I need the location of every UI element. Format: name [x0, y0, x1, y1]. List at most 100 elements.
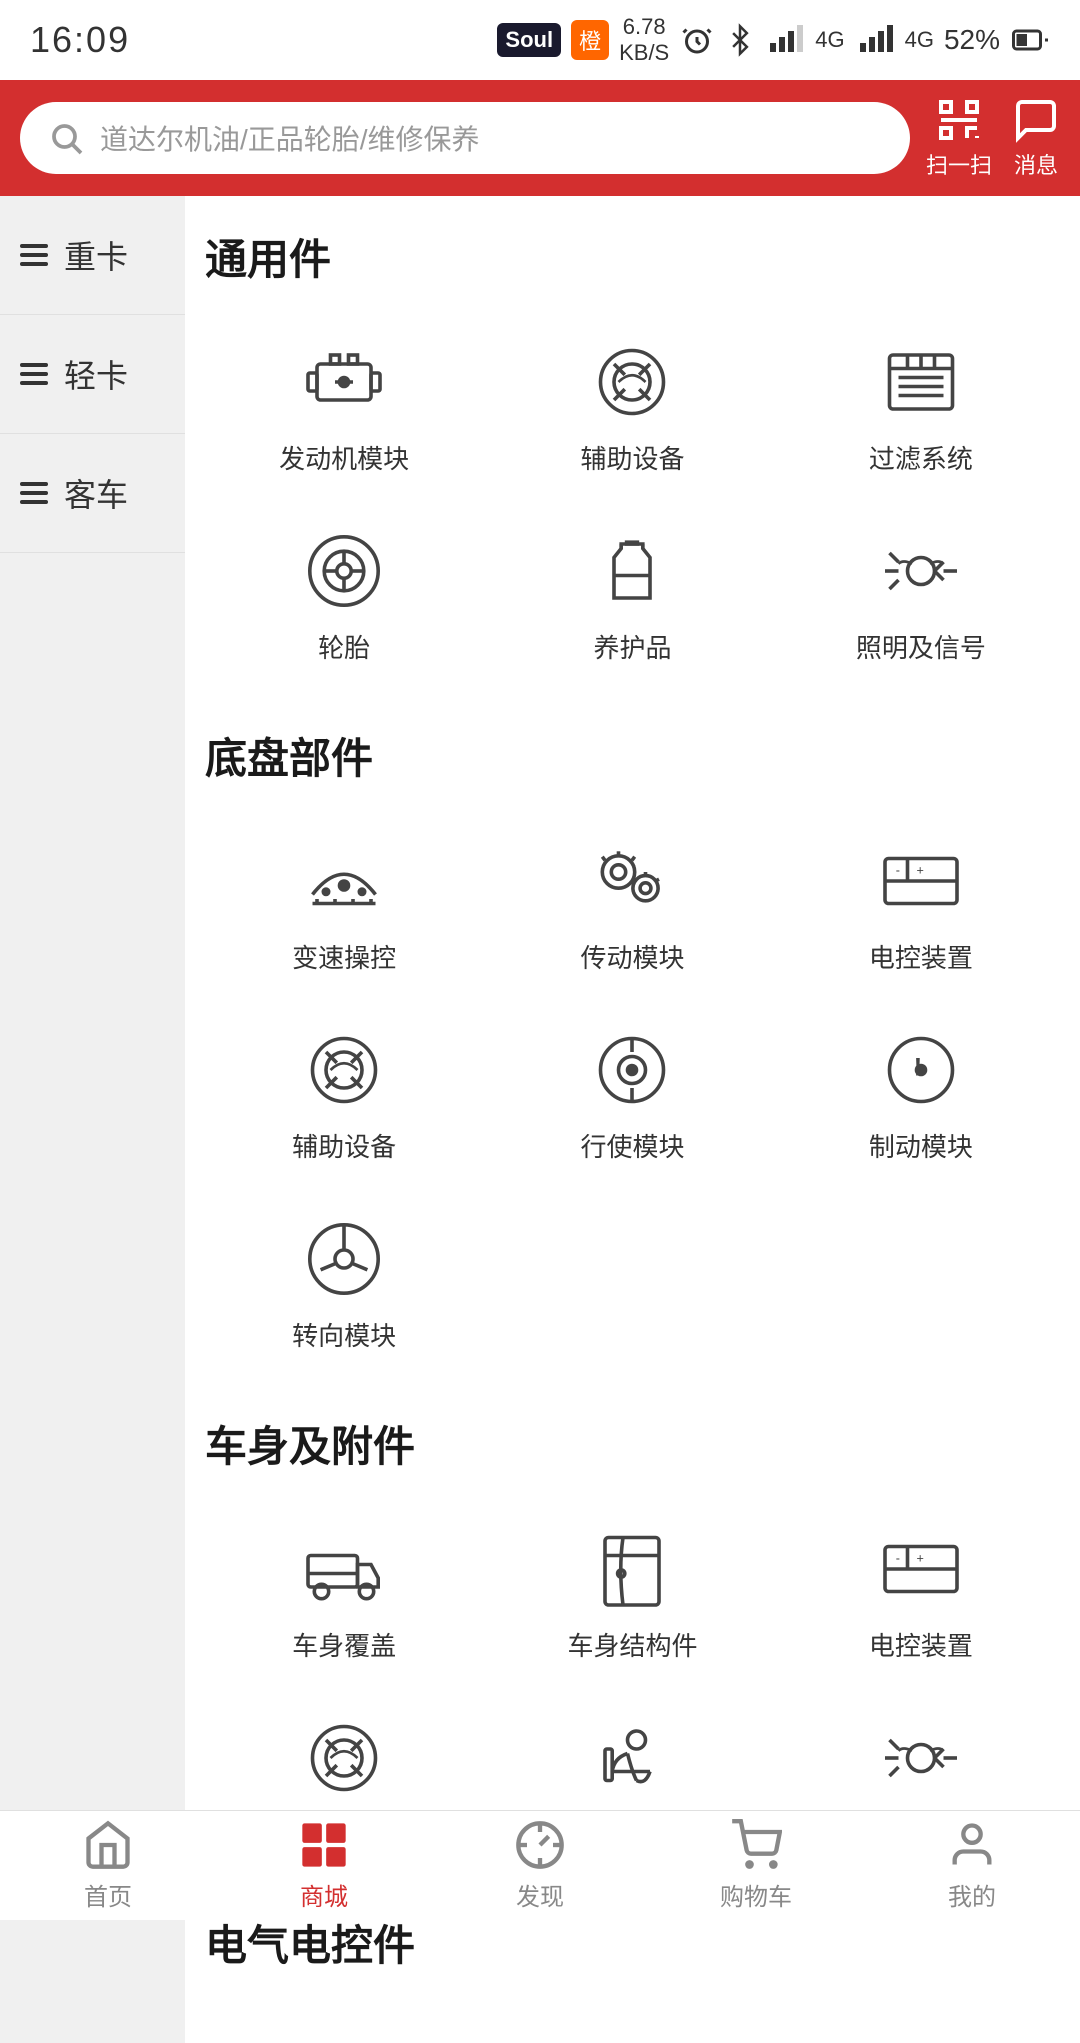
- nav-cart-label: 购物车: [720, 1877, 792, 1912]
- nav-mine[interactable]: 我的: [864, 1809, 1080, 1922]
- scan-button[interactable]: 扫一扫: [926, 96, 992, 180]
- auxiliary3-icon: [299, 1713, 389, 1803]
- item-label-filter: 过滤系统: [869, 439, 973, 476]
- item-label-structure: 车身结构件: [567, 1626, 697, 1663]
- grid-tongyong: 发动机模块 辅助设备: [205, 317, 1060, 685]
- search-bar: 道达尔机油/正品轮胎/维修保养 扫一扫 消息: [0, 80, 1080, 196]
- item-label-lighting1: 照明及信号: [856, 628, 986, 665]
- item-care[interactable]: 养护品: [493, 506, 771, 685]
- item-electronic1[interactable]: - + 电控装置: [782, 816, 1060, 995]
- item-brake[interactable]: ! 制动模块: [782, 1005, 1060, 1184]
- nav-mine-label: 我的: [948, 1877, 996, 1912]
- home-icon: [82, 1819, 134, 1871]
- nav-shop-label: 商城: [300, 1877, 348, 1912]
- section-tongyong: 通用件 发动机模块: [205, 226, 1060, 685]
- svg-text:+: +: [916, 1552, 923, 1566]
- sidebar-label-heavy: 重卡: [64, 232, 128, 278]
- discover-icon: [514, 1819, 566, 1871]
- menu-icon-light: [20, 363, 48, 385]
- nav-cart[interactable]: 购物车: [648, 1809, 864, 1922]
- section-title-tongyong: 通用件: [205, 226, 1060, 287]
- scan-icon: [935, 96, 983, 144]
- item-structure[interactable]: 车身结构件: [493, 1504, 771, 1683]
- section-chassis: 底盘部件 变速操控: [205, 725, 1060, 1373]
- message-label: 消息: [1014, 148, 1058, 180]
- network-label: 4G: [815, 27, 844, 53]
- bluetooth-icon: [725, 22, 755, 58]
- grid-chassis: 变速操控: [205, 816, 1060, 1373]
- search-actions: 扫一扫 消息: [926, 96, 1060, 180]
- nav-discover-label: 发现: [516, 1877, 564, 1912]
- door-icon: [587, 1524, 677, 1614]
- signal-icon: [765, 22, 805, 58]
- engine-icon: [299, 337, 389, 427]
- time: 16:09: [30, 19, 130, 61]
- item-label-brake: 制动模块: [869, 1127, 973, 1164]
- sidebar-item-light[interactable]: 轻卡: [0, 315, 185, 434]
- cart-icon: [730, 1819, 782, 1871]
- section-electrical: 电气电控件: [205, 1912, 1060, 1973]
- gears-icon: [587, 836, 677, 926]
- search-placeholder: 道达尔机油/正品轮胎/维修保养: [100, 118, 480, 158]
- item-lighting1[interactable]: 照明及信号: [782, 506, 1060, 685]
- user-icon: [946, 1819, 998, 1871]
- item-steering[interactable]: 转向模块: [205, 1194, 483, 1373]
- tire-icon: [299, 526, 389, 616]
- item-gearbox[interactable]: 变速操控: [205, 816, 483, 995]
- sidebar-item-heavy[interactable]: 重卡: [0, 196, 185, 315]
- speed-text: 6.78KB/S: [619, 14, 669, 67]
- svg-text:!: !: [914, 1053, 922, 1081]
- item-engine[interactable]: 发动机模块: [205, 317, 483, 496]
- alarm-icon: [679, 22, 715, 58]
- message-icon: [1012, 96, 1060, 144]
- item-filter[interactable]: 过滤系统: [782, 317, 1060, 496]
- item-electronic2[interactable]: - + 电控装置: [782, 1504, 1060, 1683]
- nav-home-label: 首页: [84, 1877, 132, 1912]
- search-icon: [48, 120, 84, 156]
- lighting1-icon: [876, 526, 966, 616]
- item-label-aux1: 辅助设备: [580, 439, 684, 476]
- menu-icon-heavy: [20, 244, 48, 266]
- network2-label: 4G: [905, 27, 934, 53]
- filter-icon: [876, 337, 966, 427]
- bottom-nav: 首页 商城 发现 购物车: [0, 1810, 1080, 1920]
- item-cover[interactable]: 车身覆盖: [205, 1504, 483, 1683]
- item-driving[interactable]: 行使模块: [493, 1005, 771, 1184]
- steering-icon: [299, 1214, 389, 1304]
- svg-text:-: -: [896, 864, 900, 878]
- nav-shop[interactable]: 商城: [216, 1809, 432, 1922]
- battery2-icon: - +: [876, 1524, 966, 1614]
- truck-icon: [299, 1524, 389, 1614]
- scan-label: 扫一扫: [926, 148, 992, 180]
- item-label-gearbox: 变速操控: [292, 938, 396, 975]
- section-body: 车身及附件 车身覆盖: [205, 1413, 1060, 1872]
- battery: 52%: [944, 24, 1000, 56]
- item-label-transmission: 传动模块: [580, 938, 684, 975]
- brake-icon: !: [876, 1025, 966, 1115]
- search-input-wrap[interactable]: 道达尔机油/正品轮胎/维修保养: [20, 102, 910, 174]
- orange-icon: 橙: [571, 20, 609, 60]
- message-button[interactable]: 消息: [1012, 96, 1060, 180]
- section-title-body: 车身及附件: [205, 1413, 1060, 1474]
- item-auxiliary1[interactable]: 辅助设备: [493, 317, 771, 496]
- shop-icon: [298, 1819, 350, 1871]
- auxiliary1-icon: [587, 337, 677, 427]
- item-label-engine: 发动机模块: [279, 439, 409, 476]
- svg-text:+: +: [916, 864, 923, 878]
- battery1-icon: - +: [876, 836, 966, 926]
- item-tire[interactable]: 轮胎: [205, 506, 483, 685]
- item-label-care: 养护品: [593, 628, 671, 665]
- sidebar-label-light: 轻卡: [64, 351, 128, 397]
- item-auxiliary2[interactable]: 辅助设备: [205, 1005, 483, 1184]
- sidebar-item-bus[interactable]: 客车: [0, 434, 185, 553]
- nav-discover[interactable]: 发现: [432, 1809, 648, 1922]
- svg-text:-: -: [896, 1552, 900, 1566]
- nav-home[interactable]: 首页: [0, 1809, 216, 1922]
- item-transmission[interactable]: 传动模块: [493, 816, 771, 995]
- sidebar: 重卡 轻卡 客车: [0, 196, 185, 2043]
- status-bar: 16:09 Soul 橙 6.78KB/S 4G 4G 52%: [0, 0, 1080, 80]
- lighting2-icon: [876, 1713, 966, 1803]
- auxiliary2-icon: [299, 1025, 389, 1115]
- driving-icon: [587, 1025, 677, 1115]
- item-label-aux2: 辅助设备: [292, 1127, 396, 1164]
